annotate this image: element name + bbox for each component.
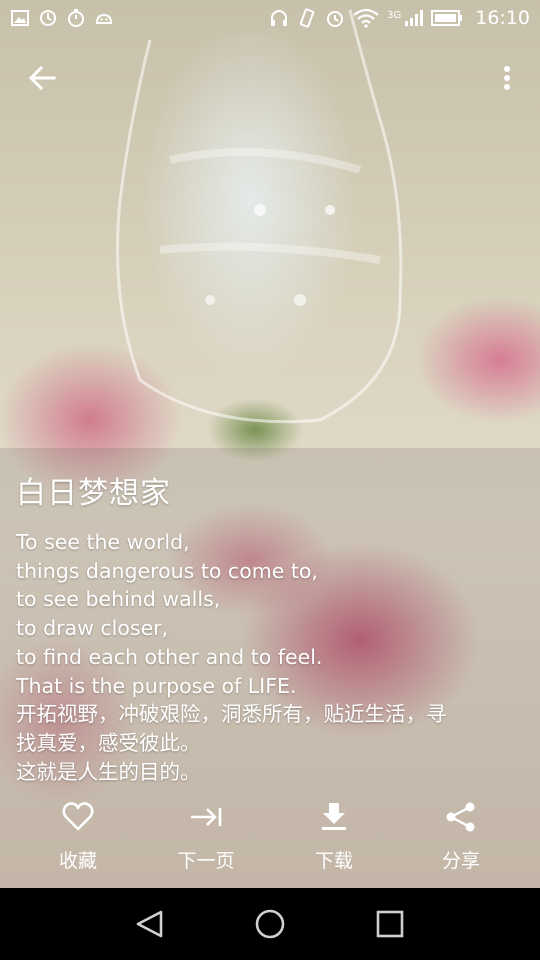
vibrate-icon [299, 8, 315, 28]
quote-line: to find each other and to feel. [16, 644, 323, 669]
share-button[interactable]: 分享 [406, 800, 516, 880]
favorite-button[interactable]: 收藏 [23, 800, 133, 880]
quote-line: things dangerous to come to, [16, 558, 318, 583]
back-button[interactable] [22, 58, 62, 98]
navigation-bar [0, 888, 540, 960]
clock-sync-icon [40, 10, 56, 26]
battery-icon [431, 10, 463, 26]
bottle-illustration [116, 9, 403, 424]
arrow-left-icon [28, 65, 56, 91]
quote-line: to draw closer, [16, 616, 169, 641]
share-label: 分享 [441, 850, 480, 872]
headphones-icon [271, 10, 288, 26]
quote-line: 这就是人生的目的。 [16, 759, 201, 784]
home-circle-icon[interactable] [248, 902, 292, 946]
gallery-icon [11, 10, 29, 26]
next-page-button[interactable]: 下一页 [151, 800, 261, 880]
download-label: 下载 [314, 850, 353, 872]
heart-outline-icon [62, 802, 94, 831]
clock-time: 16:10 [475, 7, 530, 29]
action-bar: 收藏 下一页 下载 分享 [0, 800, 540, 880]
wifi-icon [353, 8, 379, 28]
quote-line: to see behind walls, [16, 587, 221, 612]
quote-line: 找真爱，感受彼此。 [16, 730, 201, 755]
status-right-icons: 3G 16:10 [269, 7, 530, 29]
share-icon [446, 802, 475, 832]
network-type-label: 3G [387, 10, 402, 21]
quote-line: To see the world, [16, 530, 190, 554]
android-icon [95, 13, 113, 24]
quote-line: That is the purpose of LIFE. [16, 673, 297, 698]
timer-icon [68, 9, 84, 27]
recents-square-icon[interactable] [368, 902, 412, 946]
download-button[interactable]: 下载 [279, 800, 389, 880]
back-triangle-icon[interactable] [128, 902, 172, 946]
next-page-icon [191, 808, 222, 826]
status-left-icons [10, 8, 114, 28]
quote-body: To see the world, things dangerous to co… [16, 528, 526, 786]
more-vert-icon [504, 66, 510, 90]
next-page-label: 下一页 [177, 850, 235, 872]
favorite-label: 收藏 [58, 850, 97, 872]
signal-icon [405, 10, 424, 26]
more-options-button[interactable] [490, 58, 524, 98]
alarm-icon [327, 11, 344, 27]
download-icon [322, 803, 346, 830]
status-bar: 3G 16:10 [0, 0, 540, 36]
quote-line: 开拓视野，冲破艰险，洞悉所有，贴近生活，寻 [16, 702, 447, 727]
quote-title: 白日梦想家 [16, 476, 171, 511]
